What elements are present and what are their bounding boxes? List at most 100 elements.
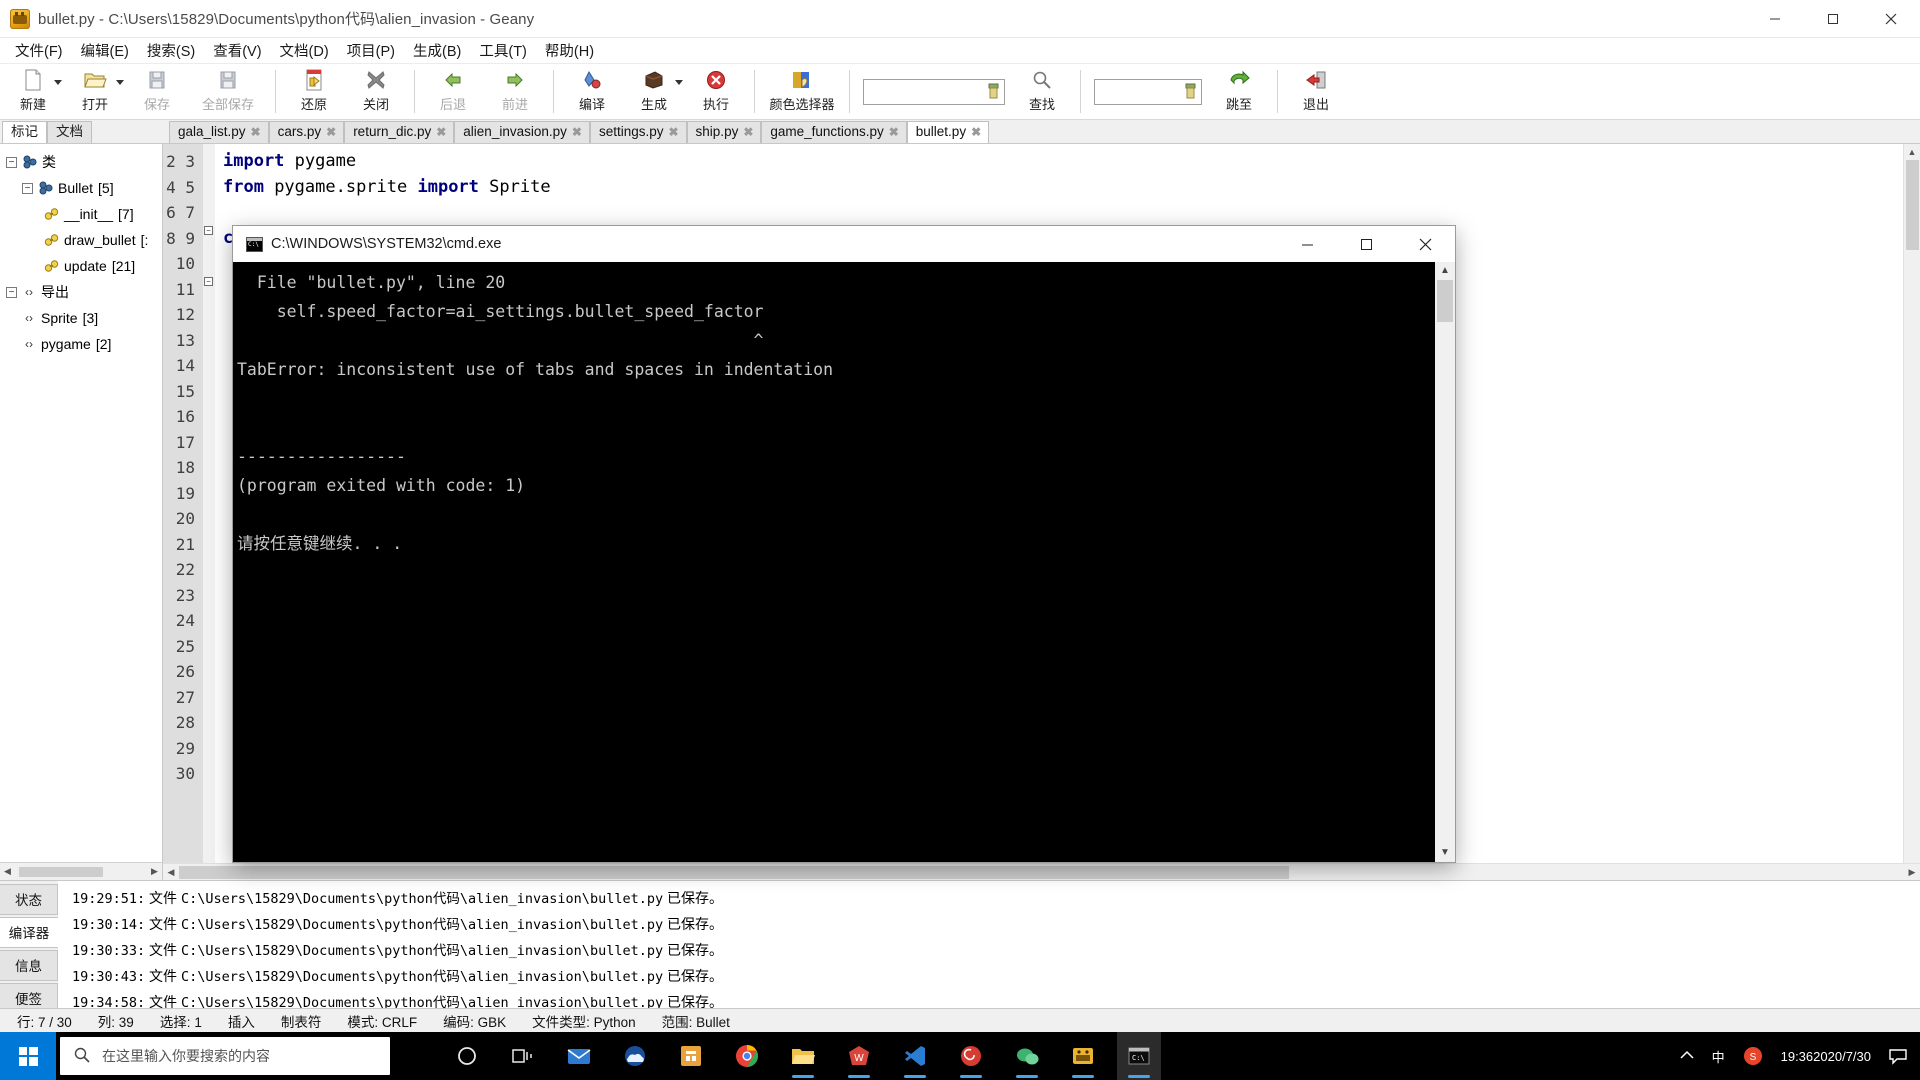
wps-icon[interactable]: W — [837, 1032, 881, 1080]
tree-item-pygame[interactable]: ‹› pygame [2] — [0, 331, 162, 357]
cmd-output-text[interactable]: File "bullet.py", line 20 self.speed_fac… — [233, 262, 1435, 862]
scroll-right-arrow-icon[interactable]: ▶ — [147, 866, 162, 877]
toolbar-quit-button[interactable]: 退出 — [1285, 64, 1347, 119]
toolbar-close-button[interactable]: 关闭 — [345, 64, 407, 119]
tree-item-sprite[interactable]: ‹› Sprite [3] — [0, 305, 162, 331]
weather-icon[interactable] — [613, 1032, 657, 1080]
sidebar-tab-symbols[interactable]: 标记 — [2, 121, 47, 143]
tree-item-imports[interactable]: − ‹› 导出 — [0, 279, 162, 305]
mail-icon[interactable] — [557, 1032, 601, 1080]
file-tab-close-icon[interactable]: ✖ — [326, 124, 336, 140]
tree-item-update[interactable]: update [21] — [0, 253, 162, 279]
taskbar-clock[interactable]: 19:36 2020/7/30 — [1772, 1049, 1880, 1064]
file-tab-game-functions[interactable]: game_functions.py ✖ — [761, 121, 907, 143]
maximize-button[interactable] — [1804, 0, 1862, 38]
wechat-icon[interactable] — [1005, 1032, 1049, 1080]
toolbar-save-all-button[interactable]: 全部保存 — [188, 64, 268, 119]
start-button[interactable] — [0, 1032, 56, 1080]
close-button[interactable] — [1862, 0, 1920, 38]
toolbar-compile-button[interactable]: 编译 — [561, 64, 623, 119]
sidebar-horizontal-scrollbar[interactable]: ◀ ▶ — [0, 862, 162, 880]
sidebar-scroll-thumb[interactable] — [19, 866, 103, 877]
toolbar-back-button[interactable]: 后退 — [422, 64, 484, 119]
scroll-right-arrow-icon[interactable]: ▶ — [1904, 867, 1920, 878]
tree-item-classes[interactable]: − 类 — [0, 149, 162, 175]
menu-item-tools[interactable]: 工具(T) — [470, 37, 536, 64]
fold-marker-icon[interactable]: − — [204, 277, 213, 286]
toolbar-goto-field[interactable] — [1094, 78, 1202, 105]
toolbar-build-button[interactable]: 生成 — [623, 64, 685, 119]
toolbar-forward-button[interactable]: 前进 — [484, 64, 546, 119]
editor-hscroll-track[interactable] — [179, 865, 1904, 879]
message-tab-messages[interactable]: 信息 — [0, 950, 58, 981]
file-tab-close-icon[interactable]: ✖ — [572, 124, 582, 140]
netease-music-icon[interactable] — [949, 1032, 993, 1080]
tree-toggle-icon[interactable]: − — [6, 156, 17, 168]
scroll-left-arrow-icon[interactable]: ◀ — [0, 866, 15, 877]
sidebar-scroll-track[interactable] — [15, 865, 147, 878]
toolbar-search-field[interactable] — [863, 78, 1005, 105]
tree-item-init[interactable]: __init__ [7] — [0, 201, 162, 227]
scroll-down-arrow-icon[interactable]: ▼ — [1440, 844, 1450, 862]
toolbar-open-button[interactable]: 打开 — [64, 64, 126, 119]
toolbar-new-button[interactable]: 新建 — [2, 64, 64, 119]
tree-toggle-icon[interactable]: − — [6, 286, 17, 298]
menu-item-file[interactable]: 文件(F) — [6, 37, 72, 64]
open-dropdown-arrow-icon[interactable] — [116, 80, 124, 85]
toolbar-revert-button[interactable]: 还原 — [283, 64, 345, 119]
new-dropdown-arrow-icon[interactable] — [54, 80, 62, 85]
notification-center-icon[interactable] — [1880, 1048, 1916, 1065]
scroll-up-arrow-icon[interactable]: ▲ — [1908, 144, 1917, 160]
toolbar-save-button[interactable]: 保存 — [126, 64, 188, 119]
cmd-close-button[interactable] — [1396, 226, 1455, 262]
microsoft-store-icon[interactable] — [669, 1032, 713, 1080]
scroll-left-arrow-icon[interactable]: ◀ — [163, 867, 179, 878]
code-fold-column[interactable]: − − − — [203, 144, 215, 880]
file-tab-close-icon[interactable]: ✖ — [889, 124, 899, 140]
cmd-vertical-scrollbar[interactable]: ▲ ▼ — [1435, 262, 1455, 862]
editor-vertical-scrollbar[interactable]: ▲ ▼ — [1903, 144, 1920, 880]
scroll-up-arrow-icon[interactable]: ▲ — [1440, 262, 1450, 280]
file-explorer-icon[interactable] — [781, 1032, 825, 1080]
sidebar-tab-documents[interactable]: 文档 — [47, 121, 92, 143]
chrome-icon[interactable] — [725, 1032, 769, 1080]
editor-vscroll-thumb[interactable] — [1905, 160, 1919, 250]
menu-item-edit[interactable]: 编辑(E) — [72, 37, 138, 64]
file-tab-close-icon[interactable]: ✖ — [251, 124, 261, 140]
menu-item-project[interactable]: 项目(P) — [338, 37, 404, 64]
file-tab-close-icon[interactable]: ✖ — [971, 124, 981, 140]
editor-horizontal-scrollbar[interactable]: ◀ ▶ — [163, 863, 1920, 880]
build-dropdown-arrow-icon[interactable] — [675, 80, 683, 85]
geany-icon[interactable] — [1061, 1032, 1105, 1080]
toolbar-find-button[interactable]: 查找 — [1011, 64, 1073, 119]
tray-expand-icon[interactable] — [1671, 1050, 1703, 1061]
file-tab-close-icon[interactable]: ✖ — [743, 124, 753, 140]
sogou-input-icon[interactable]: S — [1734, 1046, 1772, 1066]
menu-item-view[interactable]: 查看(V) — [204, 37, 270, 64]
menu-item-search[interactable]: 搜索(S) — [138, 37, 204, 64]
editor-vscroll-track[interactable] — [1905, 160, 1919, 864]
file-tab-ship[interactable]: ship.py ✖ — [686, 121, 762, 143]
file-tab-bullet[interactable]: bullet.py ✖ — [906, 121, 990, 143]
cmd-minimize-button[interactable] — [1278, 226, 1337, 262]
file-tab-return-dic[interactable]: return_dic.py ✖ — [344, 121, 455, 143]
cmd-icon[interactable]: C:\ — [1117, 1032, 1161, 1080]
message-tab-compiler[interactable]: 编译器 — [0, 917, 58, 948]
cmd-maximize-button[interactable] — [1337, 226, 1396, 262]
cmd-scroll-thumb[interactable] — [1437, 280, 1453, 322]
file-tab-close-icon[interactable]: ✖ — [436, 124, 446, 140]
tree-toggle-icon[interactable]: − — [22, 182, 33, 194]
vscode-icon[interactable] — [893, 1032, 937, 1080]
ime-indicator[interactable]: 中 — [1703, 1047, 1734, 1066]
cmd-scroll-track[interactable] — [1437, 280, 1453, 844]
file-tab-close-icon[interactable]: ✖ — [668, 124, 678, 140]
toolbar-run-button[interactable]: 执行 — [685, 64, 747, 119]
file-tab-alien-invasion[interactable]: alien_invasion.py ✖ — [454, 121, 590, 143]
file-tab-settings[interactable]: settings.py ✖ — [589, 121, 687, 143]
fold-marker-icon[interactable]: − — [204, 226, 213, 235]
minimize-button[interactable] — [1746, 0, 1804, 38]
taskbar-search-input[interactable]: 在这里输入你要搜索的内容 — [60, 1037, 390, 1075]
message-tab-status[interactable]: 状态 — [0, 884, 58, 915]
cortana-icon[interactable] — [445, 1032, 489, 1080]
message-list[interactable]: 19:29:51: 文件 C:\Users\15829\Documents\py… — [58, 881, 1920, 1008]
